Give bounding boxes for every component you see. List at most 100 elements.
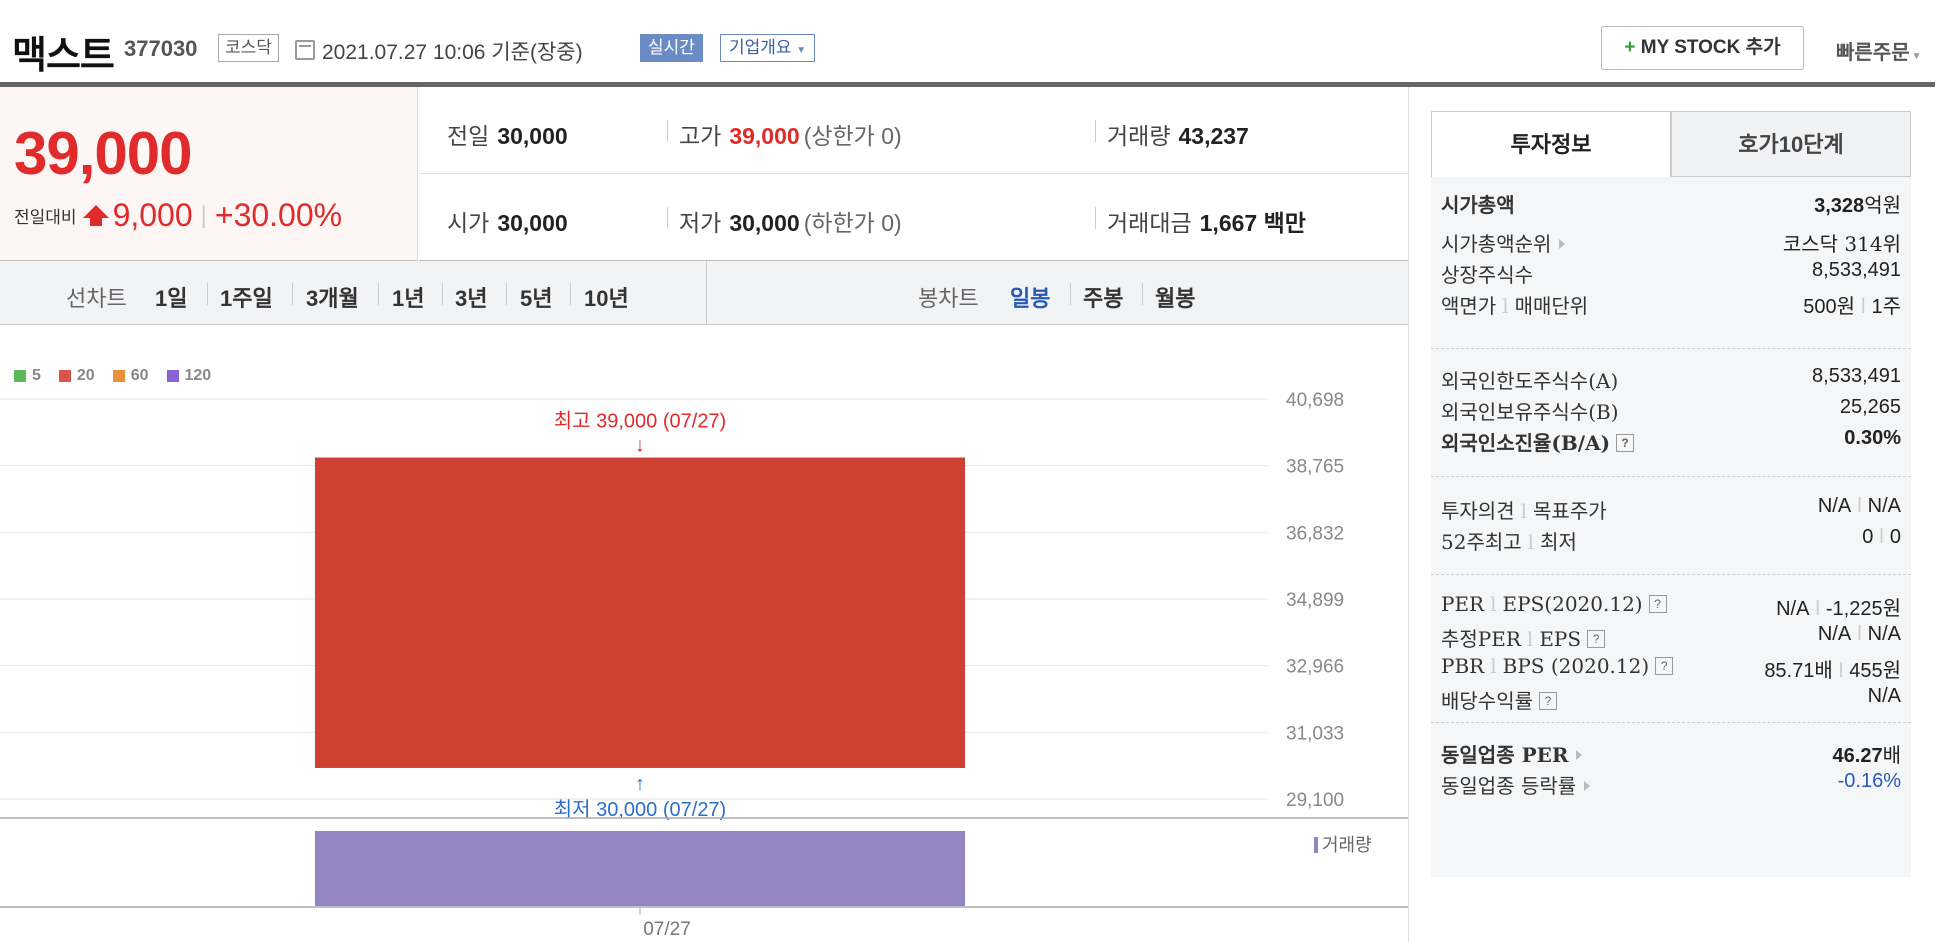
industry-per-row: 동일업종 PER 46.27배 <box>1441 739 1901 769</box>
y-tick-label: 38,765 <box>1286 457 1344 478</box>
divider: l <box>1490 592 1497 616</box>
chart-period-toolbar: 선차트 1일 1주일 3개월 1년 3년 5년 10년 봉차트 일봉 주봉 월봉 <box>0 261 1408 325</box>
period-1d[interactable]: 1일 <box>155 281 187 313</box>
quote-datetime: 2021.07.27 10:06 기준(장중) <box>322 41 583 64</box>
volume-bar <box>315 831 965 906</box>
pbr-label: PBR <box>1441 654 1485 678</box>
quick-order-button[interactable]: 빠른주문 ▼ <box>1836 36 1922 65</box>
shares-label: 상장주식수 <box>1441 263 1533 287</box>
opinion-row: 투자의견 l 목표주가 N/A l N/A <box>1441 495 1901 525</box>
pbr-bps-row: PBR l BPS (2020.12)? 85.71배 l 455원 <box>1441 654 1901 684</box>
open-value: 30,000 <box>497 210 568 236</box>
volume-value: 43,237 <box>1178 123 1249 149</box>
industry-change-link[interactable]: 동일업종 등락률 <box>1441 770 1591 799</box>
industry-change-row: 동일업종 등락률 -0.16% <box>1441 770 1901 800</box>
candle-weekly[interactable]: 주봉 <box>1083 281 1123 313</box>
market-cap-number: 3,328 <box>1814 195 1865 217</box>
foreign-ratio-row: 외국인소진율(B/A)? 0.30% <box>1441 427 1901 457</box>
price-chart: 5 20 60 120 40,698 38,765 36,832 34,899 32,9… <box>0 325 1408 942</box>
candlestick-chart[interactable]: 40,698 38,765 36,832 34,899 32,966 31,033 29,1… <box>0 325 1408 942</box>
help-icon[interactable]: ? <box>1616 433 1635 452</box>
par-value-row: 액면가 l 매매단위 500원 l 1주 <box>1441 290 1901 320</box>
trade-unit-label: 매매단위 <box>1514 294 1589 318</box>
realtime-button[interactable]: 실시간 <box>640 34 703 62</box>
foreign-hold-label: 외국인보유주식수(B) <box>1441 400 1619 424</box>
divider <box>1095 207 1096 229</box>
market-cap-section: 시가총액 3,328억원 시가총액순위 코스닥 314위 상장주식수 8,533… <box>1431 177 1911 349</box>
plus-icon: + <box>1624 37 1636 58</box>
industry-per-value: 46.27배 <box>1833 739 1901 768</box>
quote-summary: 전일 30,000 고가 39,000 (상한가 0) 거래량 43,237 시가 30,… <box>419 87 1408 261</box>
lower-limit: (하한가 0) <box>803 210 902 236</box>
foreign-ratio-label-wrap: 외국인소진율(B/A)? <box>1441 427 1635 456</box>
help-icon[interactable]: ? <box>1648 594 1667 613</box>
market-cap-rank-row: 시가총액순위 코스닥 314위 <box>1441 228 1901 258</box>
foreign-section: 외국인한도주식수(A) 8,533,491 외국인보유주식수(B) 25,265… <box>1431 349 1911 477</box>
week52-value: 0l0 <box>1862 526 1901 549</box>
industry-change-label: 동일업종 등락률 <box>1441 774 1577 798</box>
period-1y[interactable]: 1년 <box>392 281 424 313</box>
eps-label: EPS(2020.12) <box>1502 592 1643 616</box>
period-3y[interactable]: 3년 <box>455 281 487 313</box>
market-cap-row: 시가총액 3,328억원 <box>1441 189 1901 219</box>
period-1w[interactable]: 1주일 <box>220 281 273 313</box>
shares-value: 8,533,491 <box>1812 259 1901 281</box>
info-tabs: 투자정보 호가10단계 <box>1431 111 1911 177</box>
tab-investment-info[interactable]: 투자정보 <box>1431 111 1671 177</box>
help-icon[interactable]: ? <box>1587 629 1606 648</box>
divider <box>570 283 571 305</box>
divider <box>292 283 293 305</box>
week52-low-value: 0 <box>1889 526 1901 548</box>
dividend-label: 배당수익률 <box>1441 689 1533 713</box>
current-price-panel: 39,000 전일대비 9,000 | +30.00% <box>0 87 418 261</box>
industry-per-link[interactable]: 동일업종 PER <box>1441 739 1583 768</box>
price-change: 전일대비 9,000 | +30.00% <box>14 197 342 234</box>
add-mystock-button[interactable]: + MY STOCK 추가 <box>1601 26 1804 70</box>
trade-unit-value: 1주 <box>1871 296 1901 318</box>
divider <box>667 207 668 229</box>
volume-label: 거래량 <box>1107 123 1171 149</box>
add-mystock-label: MY STOCK 추가 <box>1635 37 1781 58</box>
est-per-label-wrap: 추정PER l EPS? <box>1441 623 1606 652</box>
arrow-right-icon <box>1576 750 1583 760</box>
divider: l <box>1526 627 1534 651</box>
help-icon[interactable]: ? <box>1539 691 1557 710</box>
prev-close: 전일 30,000 <box>447 117 568 151</box>
par-trade-label: 액면가 l 매매단위 <box>1441 290 1588 319</box>
foreign-limit-label: 외국인한도주식수(A) <box>1441 369 1619 393</box>
prev-close-label: 전일 <box>447 123 490 149</box>
bps-value: 455원 <box>1849 660 1901 682</box>
divider: l <box>1879 526 1884 548</box>
divider <box>442 283 443 305</box>
high-annotation: 최고 39,000 (07/27) <box>554 410 726 433</box>
opinion-label: 투자의견 <box>1441 499 1515 523</box>
candle-daily[interactable]: 일봉 <box>1010 281 1050 313</box>
change-value: 9,000 <box>112 197 193 233</box>
opinion-target-value: N/A l N/A <box>1818 495 1901 518</box>
period-10y[interactable]: 10년 <box>584 281 629 313</box>
market-cap-value: 3,328억원 <box>1814 189 1901 218</box>
tab-orderbook-10[interactable]: 호가10단계 <box>1671 111 1911 177</box>
calendar-icon <box>295 40 315 60</box>
week52-high-label: 52주최고 <box>1441 530 1522 554</box>
foreign-ratio-label: 외국인소진율(B/A) <box>1441 431 1611 455</box>
period-3m[interactable]: 3개월 <box>306 281 359 313</box>
period-5y[interactable]: 5년 <box>520 281 552 313</box>
company-overview-button[interactable]: 기업개요 ▼ <box>720 34 816 62</box>
candle-monthly[interactable]: 월봉 <box>1155 281 1195 313</box>
market-cap-rank-link[interactable]: 시가총액순위 <box>1441 228 1566 257</box>
per-value: N/A <box>1776 598 1810 620</box>
est-per-value-wrap: N/A l N/A <box>1818 623 1901 646</box>
target-label: 목표주가 <box>1533 499 1607 523</box>
foreign-limit-row: 외국인한도주식수(A) 8,533,491 <box>1441 365 1901 395</box>
week52-low-label: 최저 <box>1540 530 1577 554</box>
divider <box>506 283 507 305</box>
listed-shares-row: 상장주식수 8,533,491 <box>1441 259 1901 289</box>
industry-change-value: -0.16% <box>1837 770 1901 792</box>
amount-value: 1,667 <box>1199 210 1258 236</box>
investment-info: 시가총액 3,328억원 시가총액순위 코스닥 314위 상장주식수 8,533… <box>1431 177 1911 877</box>
toolbar-divider <box>706 261 707 325</box>
help-icon[interactable]: ? <box>1655 656 1674 675</box>
line-chart-label: 선차트 <box>66 286 127 311</box>
est-eps-value: N/A <box>1867 623 1901 645</box>
